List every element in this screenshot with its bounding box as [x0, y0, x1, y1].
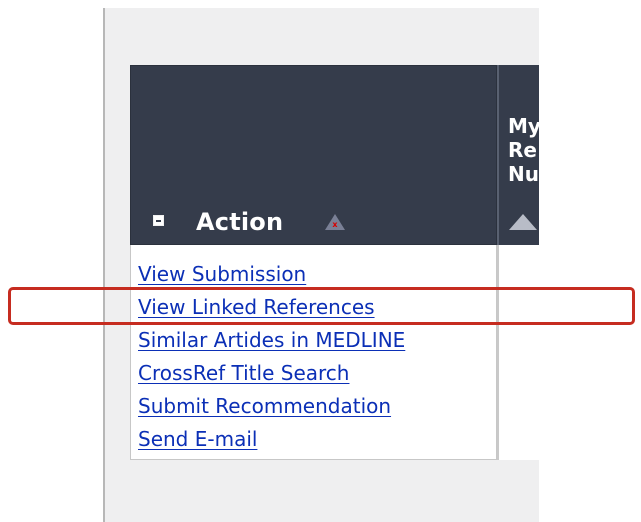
results-table: Action x My Re Nu View Submission View L… — [130, 65, 539, 460]
similar-articles-medline-link[interactable]: Similar Artides in MEDLINE — [138, 324, 488, 357]
crossref-title-search-link[interactable]: CrossRef Title Search — [138, 357, 488, 390]
send-email-link[interactable]: Send E-mail — [138, 423, 488, 456]
my-reference-number-header-line-2: Re — [508, 138, 537, 162]
action-column-label: Action — [196, 208, 284, 236]
my-reference-number-header-label: My Re Nu — [508, 114, 539, 186]
highlight-box — [8, 287, 635, 325]
sort-up-icon[interactable] — [508, 213, 538, 231]
my-reference-number-column-cell — [497, 245, 539, 460]
submit-recommendation-link[interactable]: Submit Recommendation — [138, 390, 488, 423]
panel-left-border — [103, 8, 105, 522]
collapse-icon[interactable] — [153, 215, 164, 226]
svg-text:x: x — [332, 220, 338, 229]
action-column-header — [130, 65, 497, 245]
sort-up-icon[interactable]: x — [324, 213, 346, 231]
my-reference-number-header-line-1: My — [508, 114, 539, 138]
my-reference-number-header-line-3: Nu — [508, 162, 539, 186]
